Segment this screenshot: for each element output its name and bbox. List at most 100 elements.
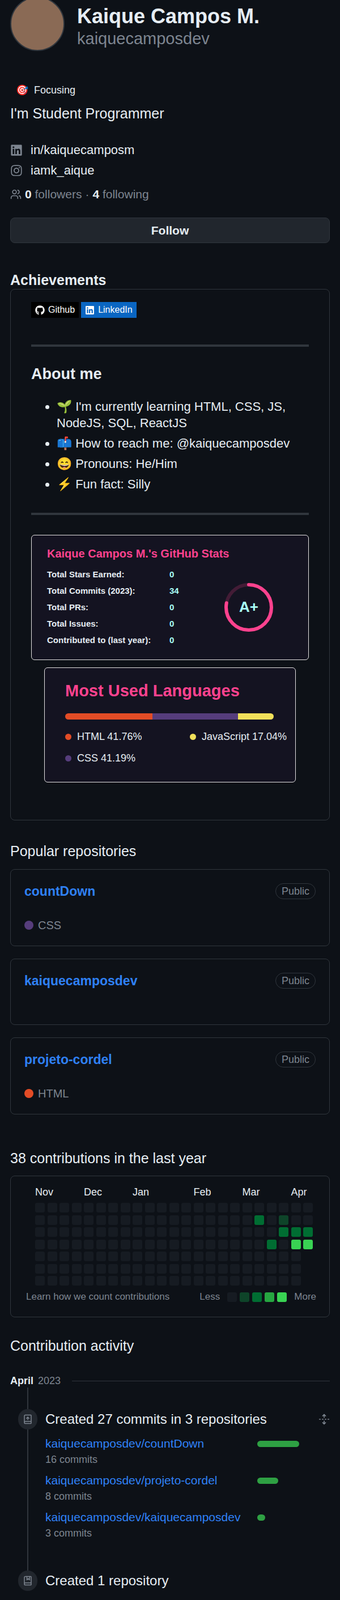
contribution-day[interactable] <box>205 1251 216 1262</box>
contribution-day[interactable] <box>278 1239 289 1250</box>
contribution-day[interactable] <box>205 1215 216 1226</box>
contribution-day[interactable] <box>59 1239 70 1250</box>
contribution-day[interactable] <box>303 1239 313 1250</box>
contribution-day[interactable] <box>254 1276 265 1286</box>
contribution-day[interactable] <box>120 1203 131 1213</box>
contribution-day[interactable] <box>120 1276 131 1286</box>
contribution-day[interactable] <box>132 1239 143 1250</box>
contribution-day[interactable] <box>47 1239 58 1250</box>
contribution-day[interactable] <box>169 1276 180 1286</box>
contribution-day[interactable] <box>83 1227 94 1238</box>
contribution-day[interactable] <box>96 1239 106 1250</box>
contribution-day[interactable] <box>254 1239 265 1250</box>
contribution-day[interactable] <box>169 1251 180 1262</box>
contribution-day[interactable] <box>230 1227 240 1238</box>
contribution-day[interactable] <box>96 1227 106 1238</box>
contribution-day[interactable] <box>96 1276 106 1286</box>
contribution-day[interactable] <box>132 1276 143 1286</box>
contribution-day[interactable] <box>266 1215 277 1226</box>
contribution-day[interactable] <box>35 1203 45 1213</box>
contribution-day[interactable] <box>254 1215 265 1226</box>
contribution-day[interactable] <box>71 1239 82 1250</box>
contribution-day[interactable] <box>71 1264 82 1274</box>
repo-name[interactable]: countDown <box>24 882 96 901</box>
event-repo-link[interactable]: kaiquecamposdev/kaiquecamposdev <box>45 1509 241 1527</box>
contribution-day[interactable] <box>303 1203 313 1213</box>
contribution-day[interactable] <box>59 1276 70 1286</box>
contribution-day[interactable] <box>156 1203 167 1213</box>
social-link[interactable]: iamk_aique <box>10 160 330 181</box>
contribution-day[interactable] <box>291 1239 301 1250</box>
contribution-day[interactable] <box>291 1203 301 1213</box>
contribution-day[interactable] <box>193 1227 204 1238</box>
contribution-day[interactable] <box>35 1239 45 1250</box>
contribution-day[interactable] <box>96 1203 106 1213</box>
contribution-day[interactable] <box>205 1227 216 1238</box>
contribution-day[interactable] <box>266 1239 277 1250</box>
contribution-day[interactable] <box>218 1203 228 1213</box>
contribution-day[interactable] <box>218 1276 228 1286</box>
following-link[interactable]: 4 following <box>92 184 149 205</box>
contribution-day[interactable] <box>156 1264 167 1274</box>
contribution-day[interactable] <box>181 1227 191 1238</box>
contribution-day[interactable] <box>120 1215 131 1226</box>
contribution-day[interactable] <box>132 1227 143 1238</box>
contribution-day[interactable] <box>193 1203 204 1213</box>
contribution-day[interactable] <box>278 1203 289 1213</box>
event-repo-link[interactable]: kaiquecamposdev/projeto-cordel <box>45 1472 218 1490</box>
contribution-day[interactable] <box>266 1203 277 1213</box>
unfold-icon[interactable] <box>318 1413 330 1426</box>
contribution-day[interactable] <box>83 1251 94 1262</box>
contribution-day[interactable] <box>156 1251 167 1262</box>
contribution-day[interactable] <box>47 1203 58 1213</box>
contribution-day[interactable] <box>156 1215 167 1226</box>
contribution-day[interactable] <box>169 1264 180 1274</box>
contribution-day[interactable] <box>181 1203 191 1213</box>
contribution-day[interactable] <box>145 1251 155 1262</box>
contribution-day[interactable] <box>291 1276 301 1286</box>
contribution-day[interactable] <box>35 1264 45 1274</box>
contribution-day[interactable] <box>47 1215 58 1226</box>
contribution-day[interactable] <box>205 1264 216 1274</box>
contribution-day[interactable] <box>156 1227 167 1238</box>
contribution-day[interactable] <box>83 1203 94 1213</box>
badge[interactable]: LinkedIn <box>81 302 137 318</box>
contribution-day[interactable] <box>291 1251 301 1262</box>
contribution-day[interactable] <box>218 1239 228 1250</box>
contribution-day[interactable] <box>193 1264 204 1274</box>
contribution-day[interactable] <box>242 1215 253 1226</box>
contribution-day[interactable] <box>132 1215 143 1226</box>
contribution-day[interactable] <box>120 1251 131 1262</box>
contribution-day[interactable] <box>254 1227 265 1238</box>
avatar[interactable] <box>10 0 65 51</box>
contribution-day[interactable] <box>181 1264 191 1274</box>
contribution-day[interactable] <box>145 1215 155 1226</box>
contribution-day[interactable] <box>96 1264 106 1274</box>
contribution-day[interactable] <box>47 1227 58 1238</box>
contribution-day[interactable] <box>278 1251 289 1262</box>
contribution-day[interactable] <box>145 1239 155 1250</box>
followers-link[interactable]: 0 followers <box>24 184 82 205</box>
contribution-day[interactable] <box>71 1276 82 1286</box>
contribution-day[interactable] <box>120 1227 131 1238</box>
contribution-day[interactable] <box>278 1264 289 1274</box>
contribution-day[interactable] <box>120 1239 131 1250</box>
contribution-day[interactable] <box>96 1215 106 1226</box>
contribution-day[interactable] <box>254 1251 265 1262</box>
contribution-day[interactable] <box>108 1264 118 1274</box>
contribution-day[interactable] <box>181 1239 191 1250</box>
status[interactable]: 🎯Focusing <box>10 80 330 100</box>
contribution-day[interactable] <box>242 1264 253 1274</box>
event-repo-link[interactable]: kaiquecamposdev/countDown <box>45 1435 204 1453</box>
contribution-day[interactable] <box>169 1215 180 1226</box>
contribution-day[interactable] <box>218 1251 228 1262</box>
contribution-day[interactable] <box>156 1239 167 1250</box>
contribution-day[interactable] <box>230 1203 240 1213</box>
contribution-day[interactable] <box>303 1215 313 1226</box>
contribution-day[interactable] <box>169 1227 180 1238</box>
contribution-day[interactable] <box>71 1215 82 1226</box>
contribution-day[interactable] <box>132 1251 143 1262</box>
contribution-day[interactable] <box>242 1239 253 1250</box>
contribution-day[interactable] <box>266 1276 277 1286</box>
contribution-day[interactable] <box>145 1264 155 1274</box>
